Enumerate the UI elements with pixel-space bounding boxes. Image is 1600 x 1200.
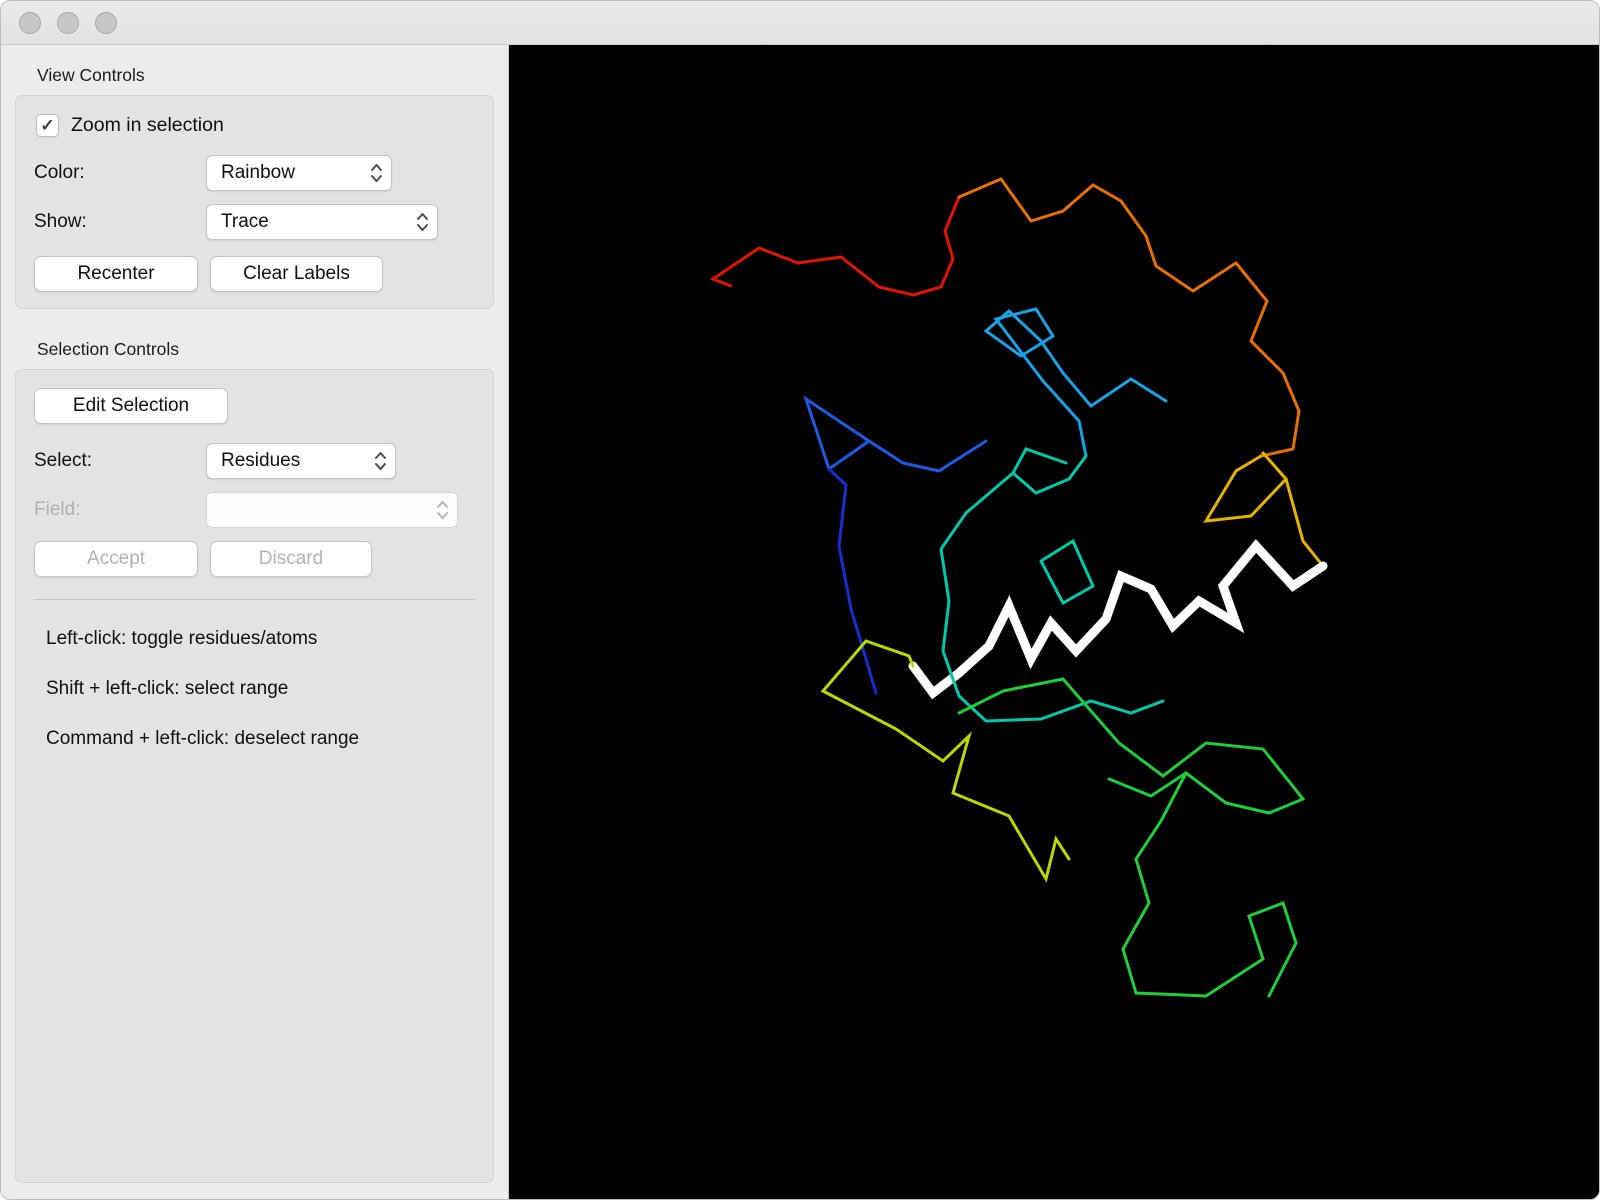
color-dropdown-value: Rainbow: [221, 162, 295, 183]
recenter-button[interactable]: Recenter: [34, 256, 198, 292]
selection-buttons-row: Accept Discard: [34, 541, 475, 577]
edit-selection-button[interactable]: Edit Selection: [34, 388, 228, 424]
sidebar: View Controls ✓ Zoom in selection Color:…: [1, 45, 509, 1199]
chevron-updown-icon: [373, 449, 388, 473]
select-row: Select: Residues: [34, 443, 475, 479]
help-text-left-click: Left-click: toggle residues/atoms: [46, 628, 318, 649]
view-controls-group: ✓ Zoom in selection Color: Rainbow Show:…: [15, 95, 494, 309]
trace-green-upper: [957, 677, 1306, 815]
select-dropdown-value: Residues: [221, 450, 301, 471]
trace-gold-tail: [1284, 477, 1325, 568]
field-dropdown[interactable]: [206, 492, 458, 528]
zoom-in-selection-checkbox[interactable]: ✓: [36, 114, 59, 137]
show-label: Show:: [34, 211, 87, 232]
trace-blue-descender: [827, 467, 878, 695]
trace-skyblue-knot: [983, 307, 1168, 458]
field-row: Field:: [34, 492, 475, 528]
trace-gold-loop: [1203, 451, 1289, 523]
app-window: View Controls ✓ Zoom in selection Color:…: [0, 0, 1600, 1200]
zoom-in-selection-row[interactable]: ✓ Zoom in selection: [36, 114, 475, 137]
trace-green-lower: [1121, 771, 1298, 998]
show-row: Show: Trace: [34, 204, 475, 240]
trace-blue-knot: [803, 395, 988, 473]
zoom-in-selection-label: Zoom in selection: [71, 114, 224, 136]
zoom-button[interactable]: [95, 11, 117, 34]
window-controls: [19, 11, 117, 34]
trace-cyan-knot: [1011, 447, 1088, 495]
color-row: Color: Rainbow: [34, 155, 475, 191]
accept-button[interactable]: Accept: [34, 541, 198, 577]
chevron-updown-icon: [435, 498, 450, 522]
selection-controls-title: Selection Controls: [37, 339, 180, 359]
checkmark-icon: ✓: [40, 115, 55, 135]
field-label: Field:: [34, 499, 81, 520]
main-area: View Controls ✓ Zoom in selection Color:…: [1, 45, 1599, 1199]
help-text-shift-click: Shift + left-click: select range: [46, 678, 289, 699]
color-dropdown[interactable]: Rainbow: [206, 155, 392, 191]
view-controls-title: View Controls: [37, 65, 145, 85]
select-label: Select:: [34, 450, 93, 471]
show-dropdown-value: Trace: [221, 211, 269, 232]
molecule-svg[interactable]: [509, 45, 1599, 1199]
selection-controls-group: Edit Selection Select: Residues Field: A…: [15, 369, 494, 1183]
trace-cyan-hairpin: [1039, 538, 1095, 606]
trace-orange-top: [957, 177, 1301, 458]
trace-yellow-green-loop: [820, 639, 1071, 883]
trace-red-n-terminus: [709, 195, 961, 297]
color-label: Color:: [34, 162, 85, 183]
minimize-button[interactable]: [57, 11, 79, 34]
discard-button[interactable]: Discard: [210, 541, 372, 577]
molecule-viewport[interactable]: [509, 45, 1599, 1199]
divider: [34, 599, 475, 600]
trace-white-selection-helix: [908, 539, 1328, 700]
view-buttons-row: Recenter Clear Labels: [34, 256, 475, 292]
help-text-command-click: Command + left-click: deselect range: [46, 728, 360, 749]
select-dropdown[interactable]: Residues: [206, 443, 396, 479]
trace-cyan-strand: [939, 471, 1165, 723]
chevron-updown-icon: [415, 210, 430, 234]
clear-labels-button[interactable]: Clear Labels: [210, 256, 383, 292]
close-button[interactable]: [19, 11, 41, 34]
show-dropdown[interactable]: Trace: [206, 204, 438, 240]
chevron-updown-icon: [369, 161, 384, 185]
titlebar: [1, 1, 1599, 45]
